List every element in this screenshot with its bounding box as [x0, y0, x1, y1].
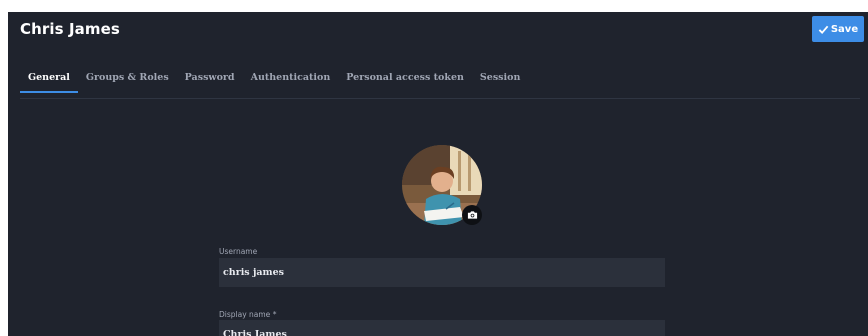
required-mark: *: [272, 310, 277, 319]
tab-bar: General Groups & Roles Password Authenti…: [20, 68, 860, 99]
tab-session[interactable]: Session: [472, 68, 528, 93]
avatar-container: [402, 145, 482, 225]
page-title: Chris James: [20, 20, 120, 38]
save-button-label: Save: [830, 23, 859, 35]
save-button[interactable]: Save: [812, 16, 864, 42]
camera-icon: [467, 211, 477, 219]
username-label: Username: [219, 247, 258, 256]
username-input[interactable]: chris james: [219, 258, 665, 287]
check-icon: [818, 25, 829, 34]
display-name-label-text: Display name: [219, 310, 271, 319]
tab-authentication[interactable]: Authentication: [243, 68, 339, 93]
tab-password[interactable]: Password: [177, 68, 243, 93]
tab-general[interactable]: General: [20, 68, 78, 93]
change-avatar-button[interactable]: [462, 205, 482, 225]
display-name-label: Display name *: [219, 310, 276, 319]
tab-personal-access-token[interactable]: Personal access token: [338, 68, 472, 93]
user-settings-window: Chris James Save General Groups & Roles …: [8, 12, 868, 336]
tab-groups-roles[interactable]: Groups & Roles: [78, 68, 177, 93]
display-name-input[interactable]: Chris James: [219, 320, 665, 336]
